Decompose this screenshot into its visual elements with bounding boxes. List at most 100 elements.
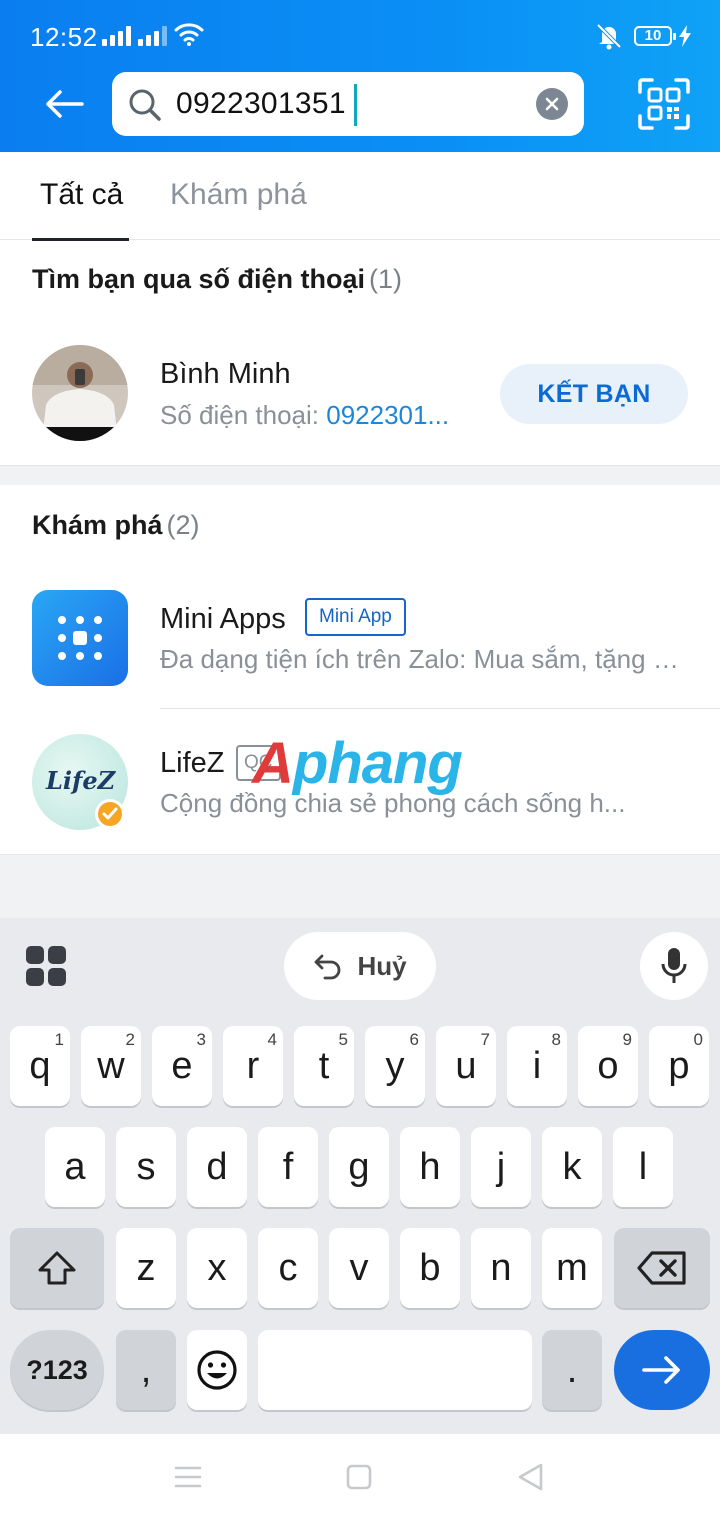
key-b[interactable]: b <box>400 1228 460 1308</box>
undo-label: Huỷ <box>357 950 407 981</box>
lifez-name[interactable]: LifeZ <box>160 747 224 780</box>
undo-button[interactable]: Huỷ <box>284 932 436 1000</box>
soft-keyboard: Huỷ q1w2e3r4t5y6u7i8o9p0 asdfghjkl zxcvb… <box>0 918 720 1434</box>
key-number-hint: 5 <box>338 1030 348 1049</box>
home-icon[interactable] <box>346 1464 372 1490</box>
mute-icon <box>596 23 622 50</box>
symbols-key[interactable]: ?123 <box>10 1330 104 1410</box>
tab-all[interactable]: Tất cả <box>40 178 123 212</box>
key-u[interactable]: u7 <box>436 1026 496 1106</box>
add-friend-button[interactable]: KẾT BẠN <box>500 364 688 424</box>
system-nav-bar <box>0 1434 720 1520</box>
emoji-key[interactable] <box>187 1330 247 1410</box>
search-box[interactable] <box>112 72 584 136</box>
key-w[interactable]: w2 <box>81 1026 141 1106</box>
watermark-logo: Aphang <box>252 730 463 797</box>
key-number-hint: 8 <box>551 1030 561 1049</box>
clear-search-button[interactable] <box>536 88 568 120</box>
key-i[interactable]: i8 <box>507 1026 567 1106</box>
key-g[interactable]: g <box>329 1127 389 1207</box>
charging-icon <box>679 25 691 47</box>
close-icon <box>545 97 559 111</box>
key-h[interactable]: h <box>400 1127 460 1207</box>
key-c[interactable]: c <box>258 1228 318 1308</box>
phone-section-count: (1) <box>369 264 403 294</box>
undo-icon <box>315 954 341 980</box>
wifi-icon <box>174 23 204 46</box>
period-key[interactable]: . <box>542 1330 602 1410</box>
key-s[interactable]: s <box>116 1127 176 1207</box>
back-nav-icon[interactable] <box>516 1462 544 1492</box>
key-e[interactable]: e3 <box>152 1026 212 1106</box>
key-label: y <box>385 1044 405 1087</box>
key-k[interactable]: k <box>542 1127 602 1207</box>
key-t[interactable]: t5 <box>294 1026 354 1106</box>
section-separator <box>0 465 720 485</box>
mini-apps-name[interactable]: Mini Apps <box>160 603 286 636</box>
menu-icon[interactable] <box>174 1464 202 1490</box>
key-label: o <box>597 1044 619 1087</box>
microphone-icon <box>661 948 687 983</box>
key-r[interactable]: r4 <box>223 1026 283 1106</box>
key-j[interactable]: j <box>471 1127 531 1207</box>
key-d[interactable]: d <box>187 1127 247 1207</box>
contact-phone-line: Số điện thoại: 0922301... <box>160 400 480 431</box>
microphone-button[interactable] <box>640 932 708 1000</box>
empty-area <box>0 854 720 918</box>
key-number-hint: 0 <box>693 1030 703 1049</box>
key-l[interactable]: l <box>613 1127 673 1207</box>
arrow-left-icon <box>46 90 84 118</box>
explore-section-title: Khám phá (2) <box>32 510 200 541</box>
phone-section-label: Tìm bạn qua số điện thoại <box>32 264 366 294</box>
backspace-key[interactable] <box>614 1228 710 1308</box>
key-number-hint: 6 <box>409 1030 419 1049</box>
back-button[interactable] <box>40 82 88 126</box>
mini-apps-icon <box>58 616 102 660</box>
key-p[interactable]: p0 <box>649 1026 709 1106</box>
arrow-right-icon <box>642 1356 680 1384</box>
keyboard-apps-icon[interactable] <box>26 946 66 986</box>
key-y[interactable]: y6 <box>365 1026 425 1106</box>
key-number-hint: 3 <box>196 1030 206 1049</box>
signal-icon <box>102 26 131 46</box>
space-key[interactable] <box>258 1330 532 1410</box>
enter-key[interactable] <box>614 1330 710 1410</box>
key-number-hint: 9 <box>622 1030 632 1049</box>
key-f[interactable]: f <box>258 1127 318 1207</box>
backspace-icon <box>637 1251 686 1285</box>
key-a[interactable]: a <box>45 1127 105 1207</box>
key-label: w <box>97 1044 125 1087</box>
watermark-letter: A <box>252 731 294 796</box>
key-z[interactable]: z <box>116 1228 176 1308</box>
key-n[interactable]: n <box>471 1228 531 1308</box>
key-label: q <box>29 1044 51 1087</box>
key-o[interactable]: o9 <box>578 1026 638 1106</box>
mini-apps-logo[interactable] <box>32 590 128 686</box>
key-x[interactable]: x <box>187 1228 247 1308</box>
key-q[interactable]: q1 <box>10 1026 70 1106</box>
qr-scan-icon[interactable] <box>638 78 690 130</box>
phone-number: 0922301... <box>326 400 450 430</box>
comma-key[interactable]: , <box>116 1330 176 1410</box>
keyboard-toolbar: Huỷ <box>0 918 720 1018</box>
tab-bar: Tất cả Khám phá <box>0 152 720 241</box>
contact-name[interactable]: Bình Minh <box>160 358 291 391</box>
shift-key[interactable] <box>10 1228 104 1308</box>
verified-icon <box>95 799 125 829</box>
phone-section-title: Tìm bạn qua số điện thoại (1) <box>32 264 402 295</box>
signal-icon <box>138 26 167 46</box>
user-photo <box>32 345 128 441</box>
active-tab-indicator <box>32 238 129 241</box>
mini-app-badge: Mini App <box>305 598 406 636</box>
avatar[interactable] <box>32 345 128 441</box>
key-v[interactable]: v <box>329 1228 389 1308</box>
tab-explore[interactable]: Khám phá <box>170 178 307 212</box>
key-m[interactable]: m <box>542 1228 602 1308</box>
search-input[interactable] <box>176 84 526 124</box>
mini-apps-description: Đa dạng tiện ích trên Zalo: Mua sắm, tặn… <box>160 644 690 674</box>
key-number-hint: 2 <box>125 1030 135 1049</box>
search-icon <box>129 89 161 121</box>
status-time: 12:52 <box>30 22 98 52</box>
explore-section-count: (2) <box>166 510 200 540</box>
row-divider <box>160 708 720 709</box>
